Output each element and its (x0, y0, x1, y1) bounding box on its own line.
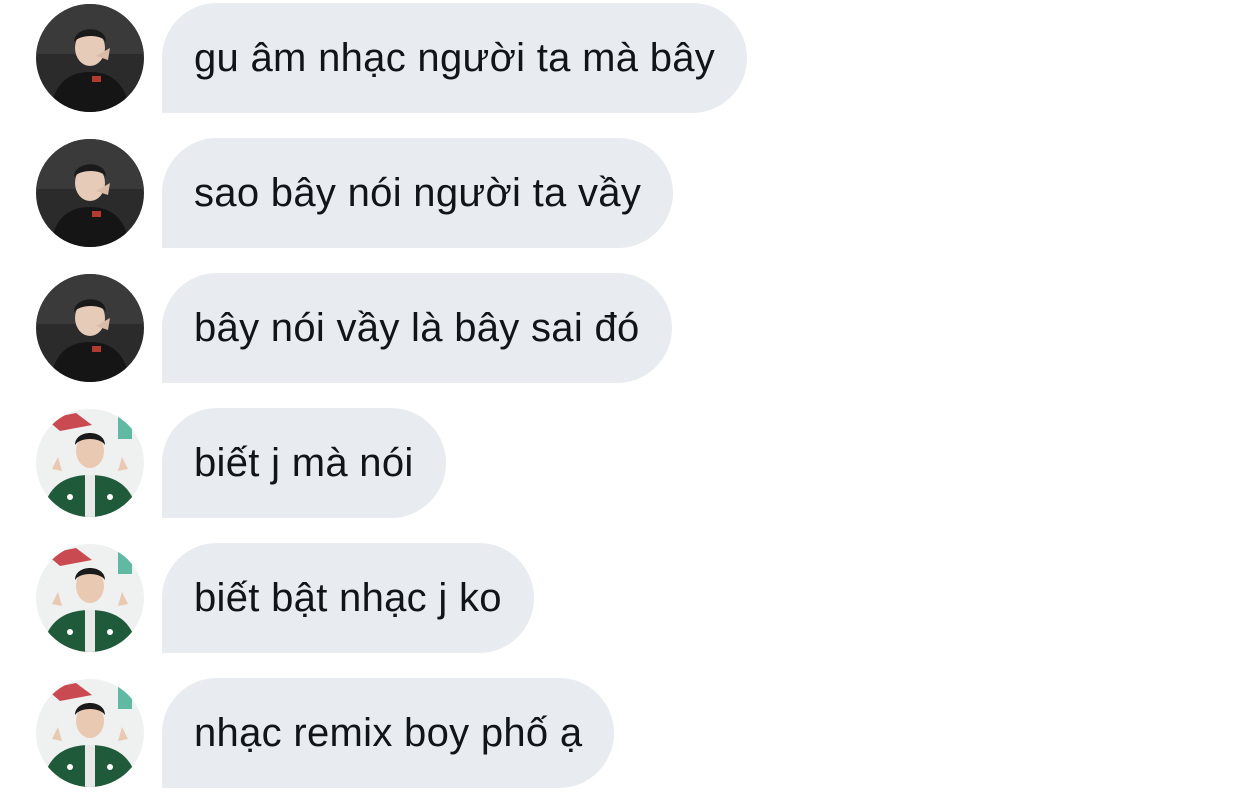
avatar-green-jacket-image (36, 544, 144, 652)
message-row: gu âm nhạc người ta mà bây (36, 3, 748, 113)
avatar-green-jacket-image (36, 679, 144, 787)
message-bubble[interactable]: biết j mà nói (162, 408, 446, 518)
message-text: gu âm nhạc người ta mà bây (194, 35, 716, 80)
avatar[interactable] (36, 544, 144, 652)
avatar[interactable] (36, 679, 144, 787)
message-bubble[interactable]: biết bật nhạc j ko (162, 543, 534, 653)
message-row: biết j mà nói (36, 408, 446, 518)
avatar-green-jacket-image (36, 409, 144, 517)
message-text: biết bật nhạc j ko (194, 575, 502, 620)
avatar[interactable] (36, 139, 144, 247)
avatar-dark-hoodie-image (36, 139, 144, 247)
message-row: biết bật nhạc j ko (36, 543, 534, 653)
message-row: nhạc remix boy phố ạ (36, 678, 615, 788)
message-bubble[interactable]: nhạc remix boy phố ạ (162, 678, 615, 788)
avatar[interactable] (36, 409, 144, 517)
avatar[interactable] (36, 4, 144, 112)
message-row: sao bây nói người ta vầy (36, 138, 674, 248)
message-bubble[interactable]: bây nói vầy là bây sai đó (162, 273, 672, 383)
avatar[interactable] (36, 274, 144, 382)
message-text: biết j mà nói (194, 440, 414, 485)
message-thread: gu âm nhạc người ta mà bây sao bây nói n… (0, 0, 1242, 801)
message-text: bây nói vầy là bây sai đó (194, 305, 640, 350)
avatar-dark-hoodie-image (36, 274, 144, 382)
message-bubble[interactable]: gu âm nhạc người ta mà bây (162, 3, 748, 113)
message-row: bây nói vầy là bây sai đó (36, 273, 672, 383)
avatar-dark-hoodie-image (36, 4, 144, 112)
message-text: nhạc remix boy phố ạ (194, 710, 583, 755)
message-text: sao bây nói người ta vầy (194, 170, 642, 215)
message-bubble[interactable]: sao bây nói người ta vầy (162, 138, 674, 248)
